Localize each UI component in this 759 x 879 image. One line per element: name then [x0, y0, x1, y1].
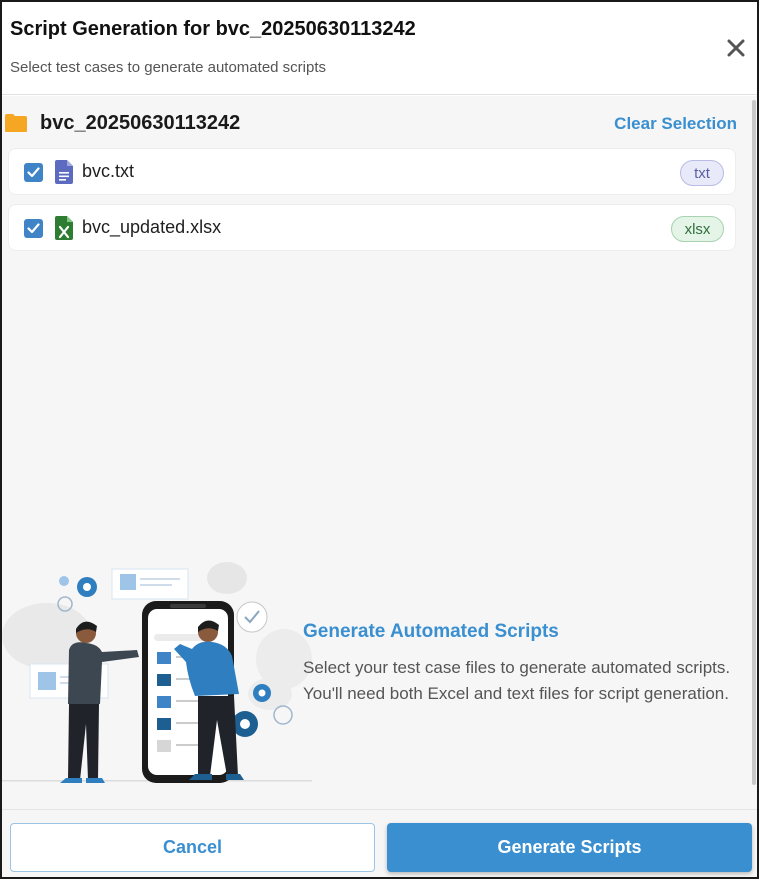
folder-name: bvc_20250630113242: [40, 112, 241, 134]
dialog-footer: Cancel Generate Scripts: [2, 809, 757, 877]
file-checkbox[interactable]: [24, 219, 43, 238]
file-checkbox[interactable]: [24, 163, 43, 182]
dialog-title: Script Generation for bvc_20250630113242: [10, 18, 416, 40]
file-item-bvc-txt[interactable]: bvc.txt txt: [8, 148, 736, 195]
excel-file-icon: [55, 216, 73, 240]
file-item-bvc-updated-xlsx[interactable]: bvc_updated.xlsx xlsx: [8, 204, 736, 251]
folder-header: bvc_20250630113242 Clear Selection: [2, 108, 747, 138]
close-icon: [727, 39, 745, 57]
cancel-button[interactable]: Cancel: [10, 823, 375, 872]
promo-description: Select your test case files to generate …: [303, 658, 731, 703]
scrollbar[interactable]: [751, 96, 757, 809]
dialog-header: Script Generation for bvc_20250630113242…: [2, 2, 757, 95]
file-name: bvc.txt: [82, 161, 135, 181]
folder-icon: [5, 114, 27, 132]
scrollbar-thumb[interactable]: [752, 100, 756, 785]
checkmark-icon: [27, 223, 40, 234]
checkmark-icon: [27, 167, 40, 178]
file-type-badge: xlsx: [671, 216, 724, 242]
file-name: bvc_updated.xlsx: [82, 217, 222, 237]
clear-selection-link[interactable]: Clear Selection: [614, 114, 737, 134]
developers-illustration: [2, 562, 312, 783]
generate-scripts-button[interactable]: Generate Scripts: [387, 823, 752, 872]
close-button[interactable]: [723, 35, 749, 61]
text-file-icon: [55, 160, 73, 184]
script-generation-dialog: Script Generation for bvc_20250630113242…: [0, 0, 759, 879]
dialog-body: bvc_20250630113242 Clear Selection bvc.t…: [2, 96, 757, 809]
dialog-subtitle: Select test cases to generate automated …: [10, 59, 327, 76]
file-type-badge: txt: [680, 160, 724, 186]
promo-title: Generate Automated Scripts: [303, 621, 559, 642]
